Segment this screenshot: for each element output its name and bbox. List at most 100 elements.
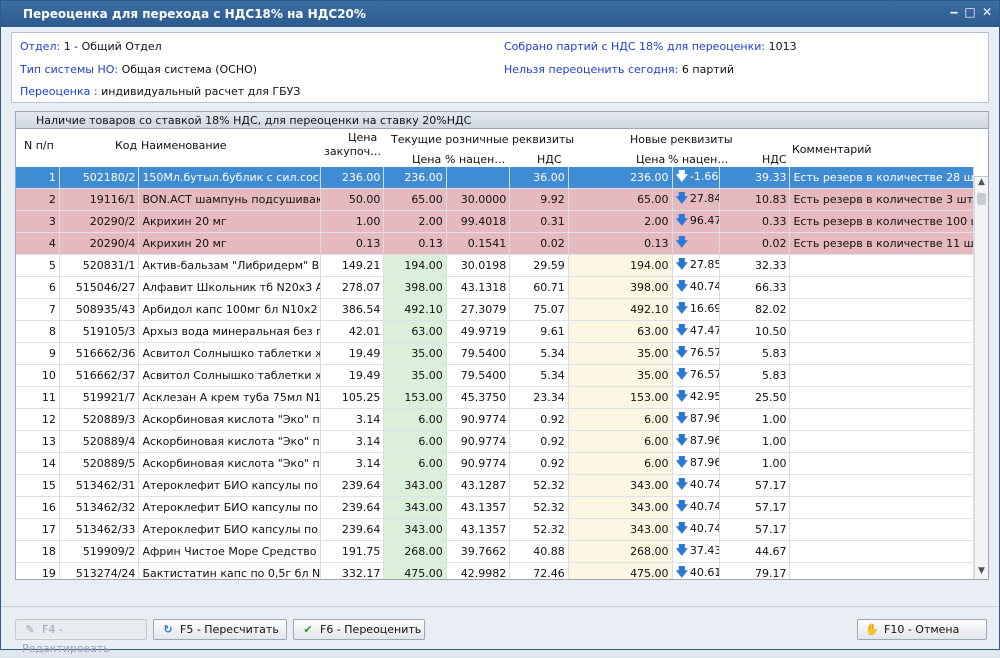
cell-purchase: 19.49	[320, 364, 385, 387]
cell-code: 515046/27	[59, 276, 140, 299]
cell-cur-price: 492.10	[383, 298, 447, 321]
col-num[interactable]: N п/п	[24, 139, 54, 152]
vertical-scrollbar[interactable]: ▲ ▼	[974, 177, 988, 579]
reval-value: индивидуальный расчет для ГБУЗ	[101, 85, 301, 98]
new-markup-value: 40.7475	[689, 522, 719, 535]
col-new-vat[interactable]: НДС	[762, 153, 787, 166]
col-purchase-line2[interactable]: закупоч…	[324, 145, 381, 158]
table-row[interactable]: 3 20290/2 Акрихин 20 мг 1.00 2.00 99.4018 0.31…	[16, 210, 974, 233]
col-cur-vat[interactable]: НДС	[537, 153, 562, 166]
cell-n: 8	[16, 320, 60, 343]
grid-body: 1 502180/2 150Мл.бутыл.бублик с сил.соской…	[16, 167, 974, 579]
cell-new-markup: 🡇76.5738	[672, 342, 720, 365]
table-row[interactable]: 19 513274/24 Бактистатин капс по 0,5г бл N…	[16, 562, 974, 579]
minimize-icon[interactable]: ‒	[947, 5, 961, 19]
col-cur-markup[interactable]: % нацен…	[445, 153, 505, 166]
table-row[interactable]: 13520889/4Аскорбиновая кислота "Эко" пор…	[16, 430, 974, 453]
table-row[interactable]: 10516662/37Асвитол Солнышко таблетки же……	[16, 364, 974, 387]
table-row[interactable]: 11519921/7Асклезан А крем туба 75мл N1х1…	[16, 386, 974, 409]
cell-new-price: 236.00	[568, 167, 673, 189]
col-comment[interactable]: Комментарий	[792, 143, 872, 156]
cell-name: Асклезан А крем туба 75мл N1х1…	[138, 386, 321, 409]
new-markup-value: 76.5738	[689, 368, 719, 381]
table-row[interactable]: 12520889/3Аскорбиновая кислота "Эко" пор…	[16, 408, 974, 431]
scroll-thumb[interactable]	[977, 193, 986, 205]
new-markup-value: 87.9699	[689, 456, 719, 469]
table-row[interactable]: 2 19116/1 BON.ACT шампунь подсушиваю… 50.00…	[16, 188, 974, 211]
cell-new-vat: 1.00	[719, 452, 791, 475]
cell-cur-price: 475.00	[383, 562, 447, 579]
scroll-down-icon[interactable]: ▼	[975, 566, 988, 579]
goods-grid[interactable]: Наличие товаров со ставкой 18% НДС, для …	[15, 111, 989, 580]
cell-n: 19	[16, 562, 60, 579]
col-new-price[interactable]: Цена	[636, 153, 665, 166]
cell-comment	[789, 386, 974, 409]
edit-button[interactable]: ✎ F4 - Редактировать	[15, 619, 147, 655]
cell-cur-price: 35.00	[383, 342, 447, 365]
cell-cur-markup: 99.4018	[446, 210, 511, 233]
table-row[interactable]: 14520889/5Аскорбиновая кислота "Эко" пор…	[16, 452, 974, 475]
cell-name: Актив-бальзам "Либридерм" Вит…	[138, 254, 321, 277]
refresh-icon: ↻	[163, 623, 173, 636]
col-group-current: Текущие розничные реквизиты	[391, 133, 575, 146]
cell-cur-markup: 49.9719	[446, 320, 511, 343]
cell-cur-markup	[446, 167, 511, 189]
recalc-button[interactable]: ↻ F5 - Пересчитать	[153, 619, 287, 640]
col-cur-price[interactable]: Цена	[412, 153, 441, 166]
scroll-up-icon[interactable]: ▲	[975, 177, 988, 191]
table-row[interactable]: 18 519909/2 Африн Чистое Море Средство о… 1…	[16, 540, 974, 563]
cell-code: 519105/3	[59, 320, 140, 343]
reval-button[interactable]: ✔ F6 - Переоценить	[293, 619, 425, 640]
cell-n: 3	[16, 210, 60, 233]
table-row[interactable]: 15 513462/31 Атероклефит БИО капсулы по 2……	[16, 474, 974, 497]
cell-comment	[789, 452, 974, 475]
cell-new-vat: 0.02	[719, 232, 791, 255]
cell-cur-vat: 0.02	[509, 232, 569, 255]
cell-new-markup: 🡇40.7475	[672, 518, 720, 541]
cell-purchase: 50.00	[320, 188, 385, 211]
col-code[interactable]: Код	[115, 139, 137, 152]
cell-cur-vat: 0.31	[509, 210, 569, 233]
cell-comment	[789, 298, 974, 321]
cell-new-price: 268.00	[568, 540, 673, 563]
cell-code: 502180/2	[59, 167, 140, 189]
cell-name: Аскорбиновая кислота "Эко" пор…	[138, 430, 321, 453]
cell-comment	[789, 540, 974, 563]
info-panel: Отдел: 1 - Общий Отдел Тип системы НО: О…	[11, 32, 989, 103]
cell-new-price: 343.00	[568, 474, 673, 497]
table-row[interactable]: 16 513462/32 Атероклефит БИО капсулы по 2……	[16, 496, 974, 519]
cell-cur-vat: 0.92	[509, 408, 569, 431]
col-name[interactable]: Наименование	[141, 139, 226, 152]
title-bar: Переоценка для перехода с НДС18% на НДС2…	[1, 1, 999, 27]
cell-purchase: 42.01	[320, 320, 385, 343]
cell-code: 20290/4	[59, 232, 140, 255]
down-arrow-icon: 🡇	[675, 543, 688, 557]
cell-comment	[789, 342, 974, 365]
maximize-icon[interactable]: □	[963, 5, 977, 19]
cancel-button[interactable]: ✋ F10 - Отмена	[857, 619, 987, 640]
cell-name: Атероклефит БИО капсулы по 2…	[138, 474, 321, 497]
cell-new-vat: 57.17	[719, 518, 791, 541]
down-arrow-icon: 🡇	[675, 345, 688, 359]
down-arrow-icon: 🡇	[675, 433, 688, 447]
table-row[interactable]: 5520831/1Актив-бальзам "Либридерм" Вит…1…	[16, 254, 974, 277]
reval-row: Переоценка : индивидуальный расчет для Г…	[20, 85, 300, 98]
table-row[interactable]: 6515046/27Алфавит Школьник тб N20х3 Ак…2…	[16, 276, 974, 299]
col-purchase-line1[interactable]: Цена	[348, 131, 377, 144]
grid-caption-text: Наличие товаров со ставкой 18% НДС, для …	[36, 114, 472, 127]
table-row[interactable]: 1 502180/2 150Мл.бутыл.бублик с сил.соской…	[16, 167, 974, 189]
table-row[interactable]: 4 20290/4 Акрихин 20 мг 0.13 0.13 0.1541 0.02 0…	[16, 232, 974, 255]
cell-new-vat: 1.00	[719, 430, 791, 453]
cell-n: 1	[16, 167, 60, 189]
down-arrow-icon: 🡇	[675, 411, 688, 425]
table-row[interactable]: 7508935/43Арбидол капс 100мг бл N10х2 Ф……	[16, 298, 974, 321]
table-row[interactable]: 17 513462/33 Атероклефит БИО капсулы по 2……	[16, 518, 974, 541]
table-row[interactable]: 8519105/3Архыз вода минеральная без газ……	[16, 320, 974, 343]
close-icon[interactable]: ✕	[980, 5, 994, 19]
cell-new-markup: 🡇16.6989	[672, 298, 720, 321]
cell-comment	[789, 408, 974, 431]
table-row[interactable]: 9516662/36Асвитол Солнышко таблетки же…1…	[16, 342, 974, 365]
col-new-markup[interactable]: % нацен…	[668, 153, 728, 166]
new-markup-value: 47.4719	[689, 324, 719, 337]
cell-new-vat: 66.33	[719, 276, 791, 299]
